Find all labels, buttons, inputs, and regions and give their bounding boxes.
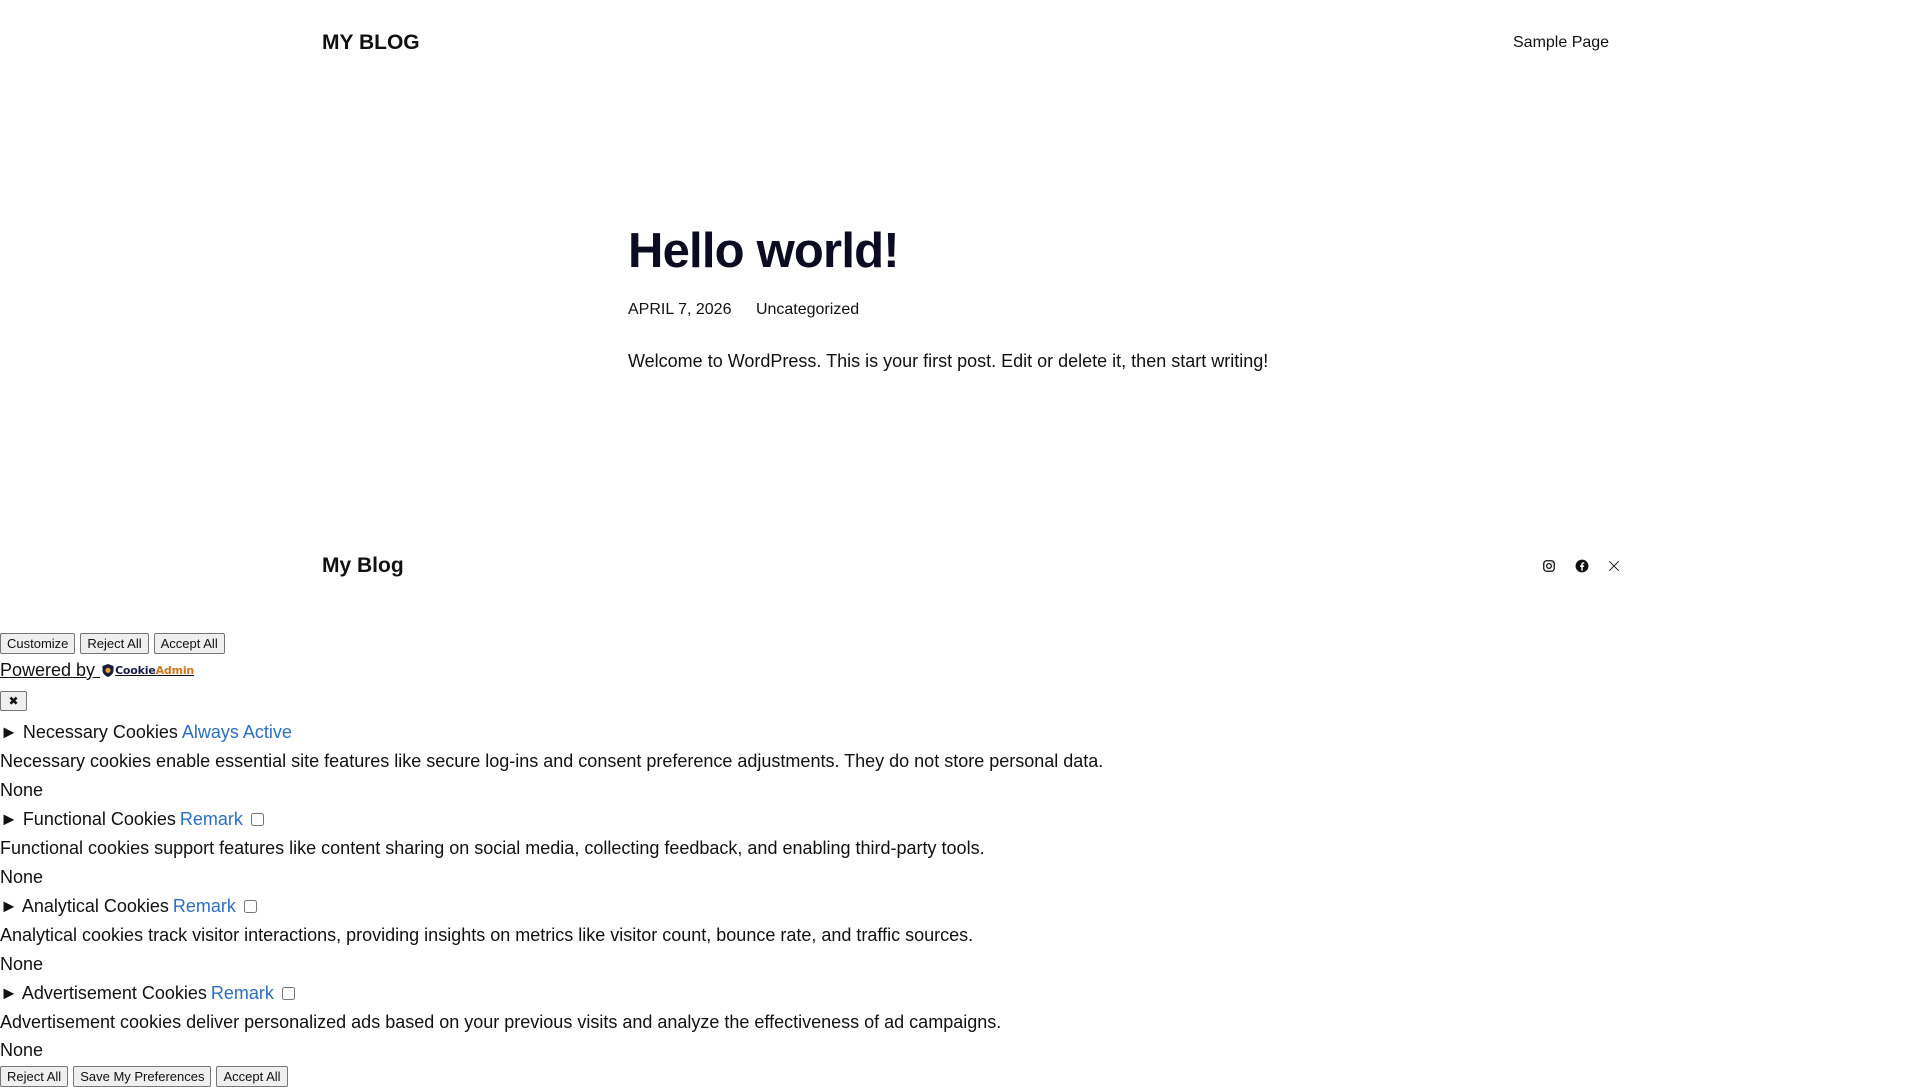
post-title: Hello world! (628, 224, 900, 278)
remark-link[interactable]: Remark (211, 983, 274, 1004)
post-date[interactable]: APRIL 7, 2026 (628, 301, 731, 319)
reject-all-button[interactable]: Reject All (0, 1066, 69, 1087)
section-description: Necessary cookies enable essential site … (0, 751, 1104, 771)
save-preferences-button[interactable]: Save My Preferences (73, 1066, 212, 1087)
cookie-list: None (0, 954, 44, 974)
site-title[interactable]: MY BLOG (322, 31, 420, 55)
section-heading: ► Necessary Cookies (0, 722, 178, 742)
section-advertisement-header[interactable]: ► Advertisement Cookies Remark (0, 983, 295, 1004)
cookieadmin-logo-text: CookieAdmin (115, 664, 195, 677)
section-description: Analytical cookies track visitor interac… (0, 925, 974, 945)
instagram-icon[interactable] (1541, 558, 1557, 574)
cookie-list: None (0, 867, 44, 887)
section-heading: ► Advertisement Cookies (0, 983, 207, 1003)
cookie-list: None (0, 1040, 44, 1060)
preferences-actions: Reject All Save My Preferences Accept Al… (0, 1066, 288, 1087)
section-analytical-header[interactable]: ► Analytical Cookies Remark (0, 896, 257, 917)
section-description: Functional cookies support features like… (0, 838, 985, 858)
section-description: Advertisement cookies deliver personaliz… (0, 1012, 1002, 1032)
analytical-cookies-checkbox[interactable] (243, 900, 257, 913)
accept-all-button[interactable]: Accept All (216, 1066, 288, 1087)
shield-icon (102, 664, 114, 677)
customize-button[interactable]: Customize (0, 633, 76, 654)
accept-all-button[interactable]: Accept All (153, 633, 225, 654)
post-category[interactable]: Uncategorized (756, 301, 859, 319)
reject-all-button[interactable]: Reject All (80, 633, 149, 654)
x-icon[interactable] (1606, 558, 1622, 574)
section-functional-header[interactable]: ► Functional Cookies Remark (0, 809, 264, 830)
powered-by-link[interactable]: Powered by CookieAdmin (0, 660, 194, 681)
footer-site-title[interactable]: My Blog (322, 554, 404, 578)
remark-link[interactable]: Remark (173, 896, 236, 917)
post-meta: APRIL 7, 2026 Uncategorized (628, 301, 859, 319)
post-content: Welcome to WordPress. This is your first… (628, 351, 1269, 371)
cookie-list: None (0, 780, 44, 800)
section-heading: ► Functional Cookies (0, 809, 176, 829)
remark-link[interactable]: Remark (180, 809, 243, 830)
cookieadmin-logo: CookieAdmin (102, 664, 194, 677)
functional-cookies-checkbox[interactable] (250, 813, 264, 826)
cookie-banner-actions: Customize Reject All Accept All (0, 633, 225, 654)
section-heading: ► Analytical Cookies (0, 896, 169, 916)
close-button[interactable]: ✖ (0, 691, 27, 711)
advertisement-cookies-checkbox[interactable] (281, 987, 295, 1000)
section-necessary-header[interactable]: ► Necessary Cookies Always Active (0, 722, 292, 743)
powered-by-text: Powered by (0, 660, 101, 680)
facebook-icon[interactable] (1574, 558, 1590, 574)
nav-link-sample-page[interactable]: Sample Page (1513, 34, 1609, 52)
always-active-label: Always Active (181, 722, 292, 742)
